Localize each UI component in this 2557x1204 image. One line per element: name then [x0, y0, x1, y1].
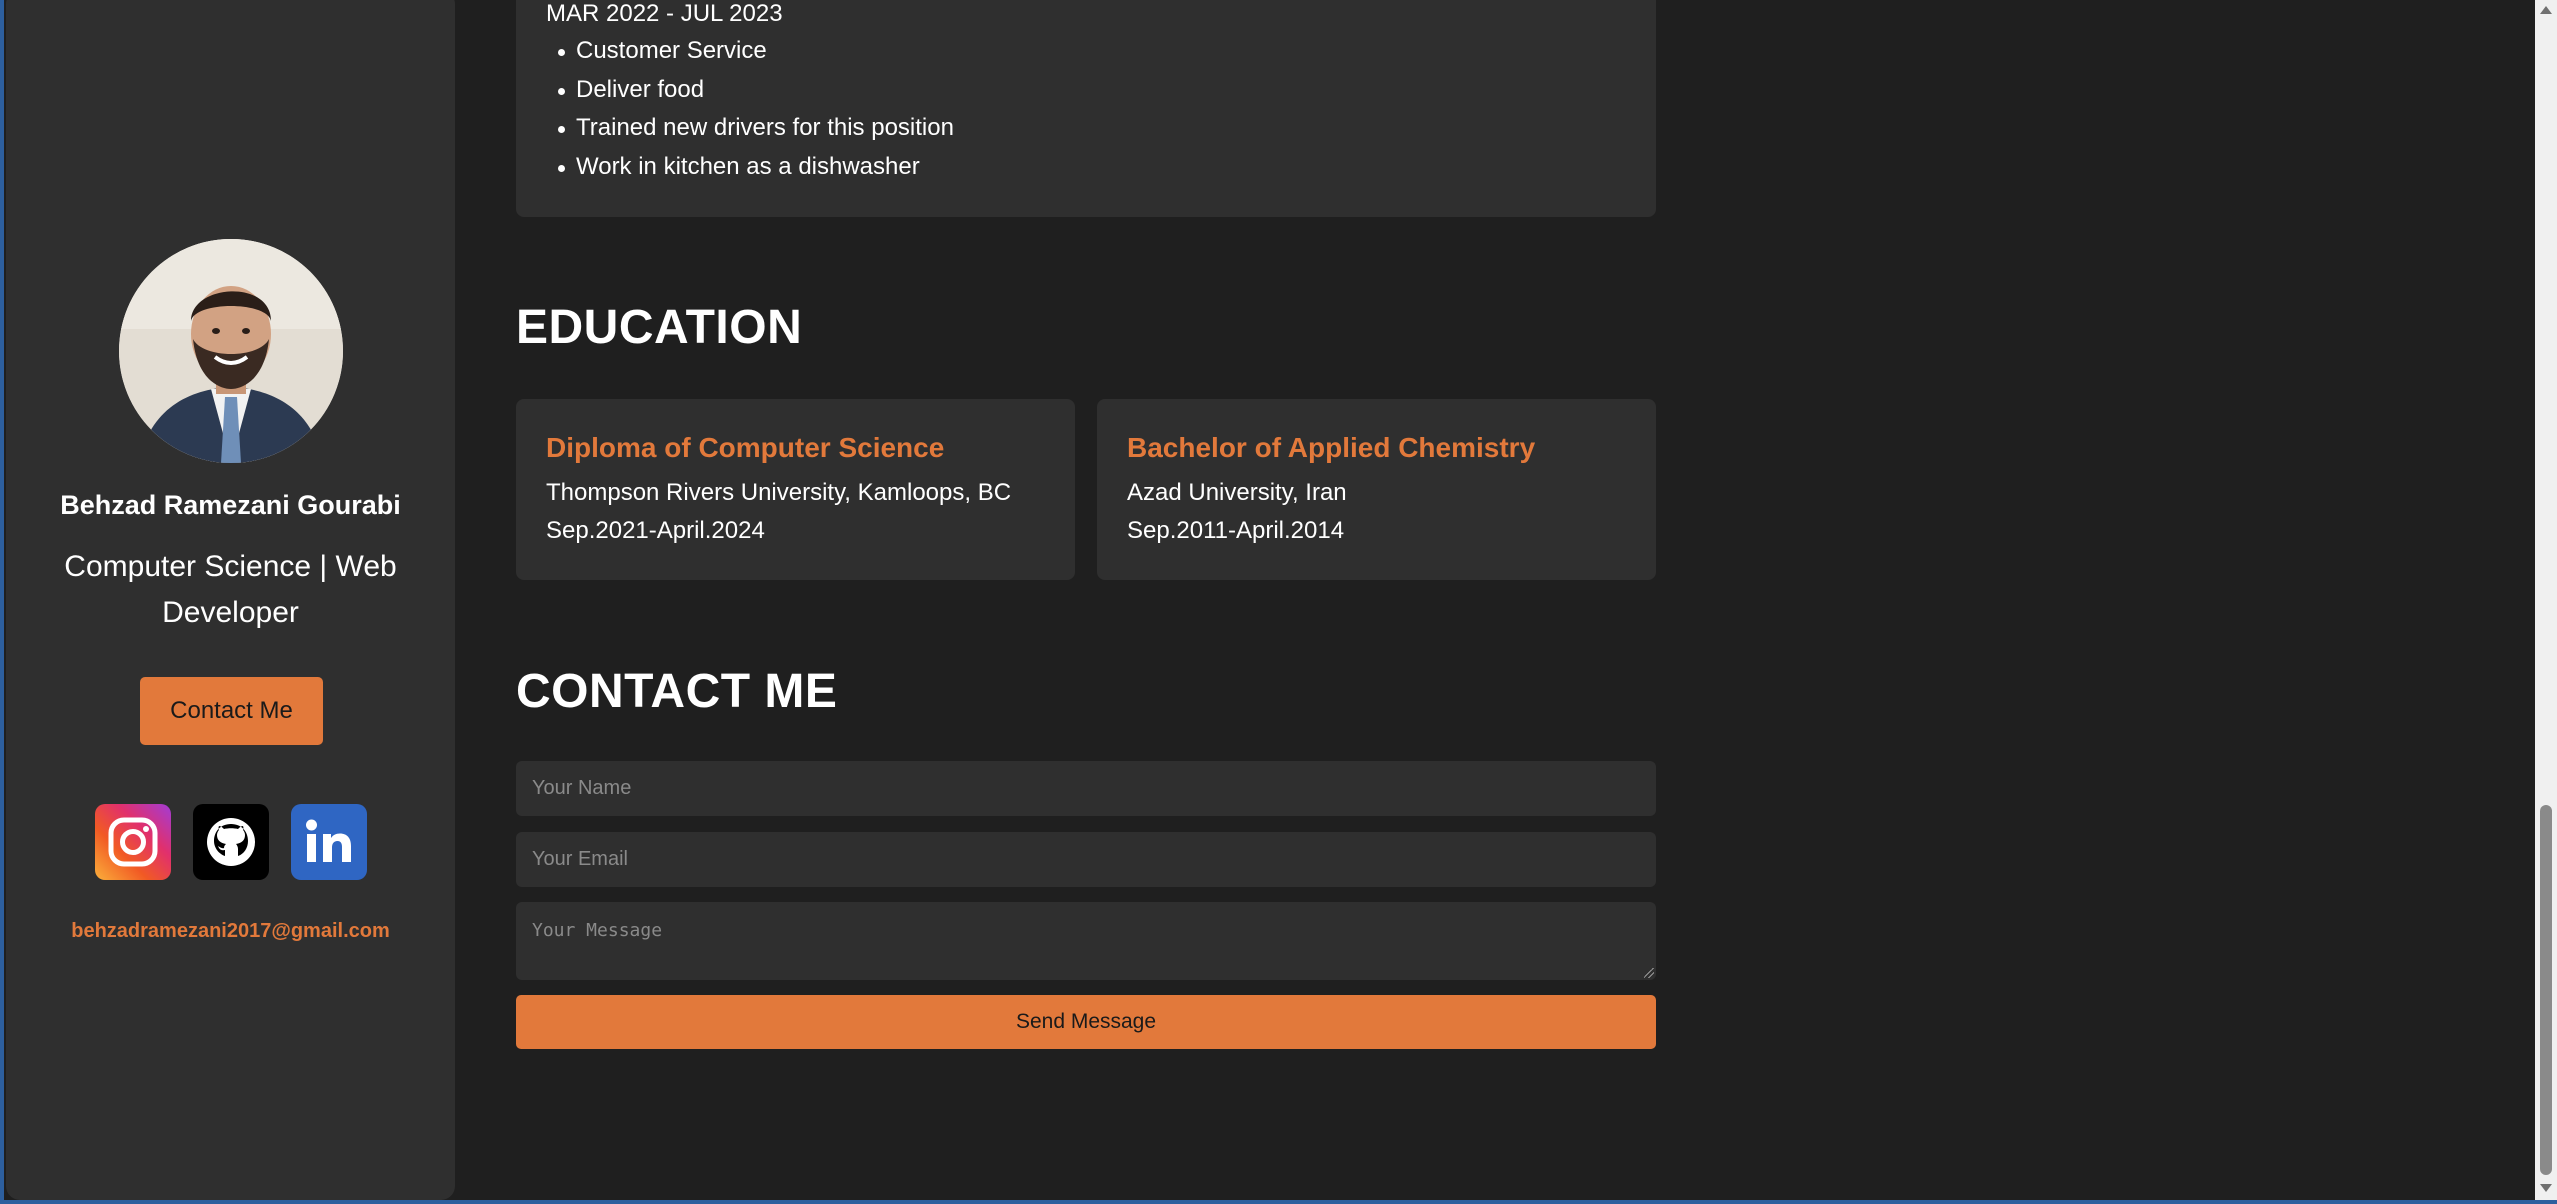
github-icon[interactable] [193, 804, 269, 880]
list-item: Work in kitchen as a dishwasher [558, 148, 954, 187]
name-input[interactable]: Your Name [516, 761, 1656, 816]
education-card: Diploma of Computer Science Thompson Riv… [516, 399, 1075, 580]
message-placeholder: Your Message [532, 920, 663, 941]
instagram-icon[interactable] [95, 804, 171, 880]
list-item: Customer Service [558, 32, 954, 71]
experience-dates: MAR 2022 - JUL 2023 [546, 0, 783, 27]
profile-name: Behzad Ramezani Gourabi [60, 490, 401, 520]
email-input[interactable]: Your Email [516, 832, 1656, 887]
profile-sidebar: Behzad Ramezani Gourabi Computer Science… [6, 0, 455, 1200]
scroll-thumb[interactable] [2540, 805, 2552, 1175]
education-dates: Sep.2011-April.2014 [1127, 517, 1345, 544]
experience-duties: Customer Service Deliver food Trained ne… [546, 32, 954, 186]
contact-heading: CONTACT ME [516, 665, 838, 718]
education-degree: Bachelor of Applied Chemistry [1127, 432, 1536, 463]
education-school: Azad University, Iran [1127, 479, 1347, 506]
profile-email-link[interactable]: behzadramezani2017@gmail.com [6, 920, 455, 943]
education-degree: Diploma of Computer Science [546, 432, 945, 463]
page-scrollbar[interactable] [2535, 0, 2557, 1200]
list-item: Trained new drivers for this position [558, 109, 954, 148]
profile-role: Computer Science | Web Developer [64, 550, 397, 629]
education-card: Bachelor of Applied Chemistry Azad Unive… [1097, 399, 1656, 580]
resize-handle[interactable] [1644, 968, 1654, 978]
list-item: Deliver food [558, 71, 954, 110]
message-textarea[interactable]: Your Message [516, 902, 1656, 980]
linkedin-icon[interactable] [291, 804, 367, 880]
education-school: Thompson Rivers University, Kamloops, BC [546, 479, 1012, 506]
scroll-up-arrow-icon[interactable] [2540, 6, 2552, 14]
scroll-down-arrow-icon[interactable] [2540, 1184, 2552, 1192]
education-heading: EDUCATION [516, 301, 803, 354]
profile-photo [119, 239, 343, 463]
send-message-button[interactable]: Send Message [516, 995, 1656, 1049]
education-dates: Sep.2021-April.2024 [546, 517, 765, 544]
contact-me-button[interactable]: Contact Me [140, 677, 323, 745]
